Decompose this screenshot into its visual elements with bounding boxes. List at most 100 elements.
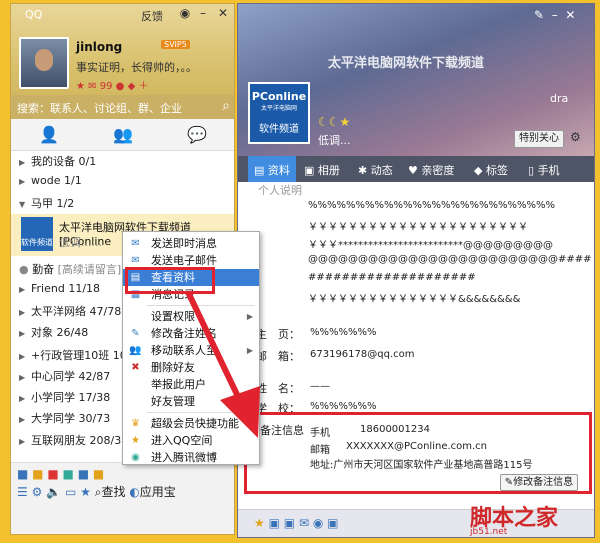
- chat-icon: ✉: [131, 238, 140, 249]
- group-majia[interactable]: ▼ 马甲 1/2: [19, 195, 74, 211]
- app-store-icon: ◐: [129, 485, 140, 499]
- game-icon[interactable]: ▣: [284, 516, 295, 530]
- group-internet-friends[interactable]: ▶ 互联网朋友 208/355: [19, 432, 135, 448]
- app-title: QQ: [25, 8, 43, 21]
- recent-tab-icon[interactable]: 💬: [187, 125, 207, 145]
- tab-intimacy[interactable]: ♥ 亲密度: [408, 162, 454, 178]
- favorite-icon[interactable]: ★: [80, 485, 91, 499]
- wallet-icon[interactable]: ◆: [128, 81, 136, 92]
- vip-badge[interactable]: SVIP5: [161, 40, 190, 49]
- heart-icon: ♥: [408, 164, 418, 177]
- star-icon: ★: [131, 435, 140, 446]
- weibo-icon[interactable]: ◉: [313, 516, 323, 530]
- menu-send-message[interactable]: ✉ 发送即时消息: [123, 235, 259, 252]
- intro-line: @@@@@@@@@@@@@@@@@@@@@@@@@####: [308, 254, 592, 265]
- app-icon[interactable]: ■: [47, 467, 58, 481]
- settings-icon[interactable]: ⚙: [32, 485, 43, 499]
- app-icon[interactable]: ■: [17, 467, 28, 481]
- search-icon[interactable]: ⌕: [222, 98, 230, 114]
- tag-icon: ◆: [474, 164, 483, 177]
- phone-icon: ▯: [528, 164, 535, 177]
- star-icon[interactable]: ★: [254, 516, 265, 530]
- tools-row: ☰ ⚙ 🔈 ▭ ★ ⌕查找 ◐应用宝: [17, 483, 176, 500]
- app-icon[interactable]: ■: [63, 467, 74, 481]
- watermark-url: jb51.net: [470, 527, 508, 537]
- signature[interactable]: 事实证明，长得帅的，。。: [76, 59, 197, 75]
- settings-dropdown-icon[interactable]: ⚙: [570, 130, 588, 148]
- minimize-icon[interactable]: –: [552, 8, 558, 22]
- profile-tab-icon: ▤: [254, 164, 265, 177]
- tab-profile[interactable]: ▤ 资料: [248, 156, 296, 182]
- group-middle-school[interactable]: ▶ 中心同学 42/87: [19, 368, 110, 384]
- group-my-devices[interactable]: ▶ 我的设备 0/1: [19, 153, 96, 169]
- search-placeholder: 搜索：联系人、讨论组、群、企业: [17, 102, 182, 115]
- app-icon[interactable]: ▣: [269, 516, 280, 530]
- mail-icon[interactable]: ✉: [299, 516, 309, 530]
- menu-weibo[interactable]: ◉ 进入腾讯微博: [123, 449, 259, 466]
- close-icon[interactable]: ✕: [565, 8, 575, 22]
- intro-line: ￥￥￥￥￥￥￥￥￥￥￥￥￥￥￥￥￥￥￥￥￥￥: [308, 222, 528, 233]
- window-controls: ✎ – ✕: [534, 8, 575, 22]
- group-university[interactable]: ▶ 大学同学 30/73: [19, 410, 110, 426]
- group-pcnetwork[interactable]: ▶ 太平洋网络 47/78: [19, 303, 121, 319]
- folder-icon[interactable]: ▭: [65, 485, 76, 499]
- skin-icon[interactable]: ✎: [534, 8, 544, 22]
- logo-line2: 太平洋电脑网: [260, 105, 297, 112]
- tab-feed[interactable]: ✱ 动态: [358, 162, 393, 178]
- logo-line3: 软件频道: [259, 124, 299, 135]
- vip-icon: ♛: [131, 418, 140, 429]
- close-icon[interactable]: ✕: [215, 6, 231, 20]
- banner-text: 太平洋电脑网软件下载频道: [328, 56, 485, 71]
- tab-album[interactable]: ▣ 相册: [304, 162, 340, 178]
- album-icon: ▣: [304, 164, 315, 177]
- menu-icon[interactable]: ☰: [17, 485, 28, 499]
- apps-row: ■ ■ ■ ■ ■ ■: [17, 467, 104, 481]
- tab-tags[interactable]: ◆ 标签: [474, 162, 508, 178]
- find-button[interactable]: ⌕查找: [95, 485, 126, 499]
- school-value: %%%%%%%: [310, 401, 377, 412]
- intro-line: ￥￥￥￥￥￥￥￥￥￥￥￥￥￥￥&&&&&&&&: [308, 294, 521, 305]
- badge-count: 99: [99, 81, 113, 92]
- mail-icon: ✉: [131, 255, 140, 266]
- app-icon[interactable]: ■: [32, 467, 43, 481]
- weibo-icon: ◉: [131, 452, 140, 463]
- app-icon[interactable]: ■: [78, 467, 89, 481]
- group-primary-school[interactable]: ▶ 小学同学 17/38: [19, 389, 110, 405]
- contacts-tab-icon[interactable]: 👤: [39, 125, 59, 145]
- bottom-toolbar: ■ ■ ■ ■ ■ ■ ☰ ⚙ 🔈 ▭ ★ ⌕查找 ◐应用宝: [11, 462, 234, 534]
- contact-qinfen[interactable]: ● 勤奋 [高续请留言]: [19, 261, 121, 277]
- avatar[interactable]: [19, 37, 69, 89]
- feedback-link[interactable]: 反馈: [141, 8, 163, 24]
- groups-tab-icon[interactable]: 👥: [113, 125, 133, 145]
- contact-status: 低调......: [59, 236, 102, 249]
- add-icon[interactable]: ＋: [138, 81, 148, 92]
- game-icon[interactable]: ●: [116, 81, 125, 92]
- mail-icon[interactable]: ✉: [88, 81, 96, 92]
- avatar-small-icon: ●: [19, 263, 29, 276]
- status-icons[interactable]: ★ ✉ 99 ● ◆ ＋: [76, 77, 148, 92]
- volume-icon[interactable]: 🔈: [46, 485, 61, 499]
- intro-label: 个人说明: [258, 184, 302, 197]
- qzone-icon[interactable]: ★: [76, 81, 85, 92]
- profile-avatar[interactable]: PConline 太平洋电脑网 软件频道: [248, 82, 310, 144]
- level-icons: ☾☾★: [318, 115, 351, 129]
- homepage-value[interactable]: %%%%%%%: [310, 327, 377, 338]
- tab-phone[interactable]: ▯ 手机: [528, 162, 560, 178]
- group-partner[interactable]: ▶ 对象 26/48: [19, 324, 88, 340]
- feed-icon: ✱: [358, 164, 368, 177]
- profile-nickname: dra: [550, 92, 569, 105]
- minimize-icon[interactable]: –: [195, 6, 211, 20]
- search-input[interactable]: 搜索：联系人、讨论组、群、企业 ⌕: [11, 95, 234, 119]
- app-icon[interactable]: ▣: [327, 516, 338, 530]
- app-icon[interactable]: ■: [93, 467, 104, 481]
- contact-tabs: 👤 👥 💬: [11, 119, 234, 151]
- group-friend[interactable]: ▶ Friend 11/18: [19, 282, 100, 295]
- app-store-button[interactable]: ◐应用宝: [129, 485, 176, 499]
- profile-tabs: ▤ 资料 ▣ 相册 ✱ 动态 ♥ 亲密度 ◆ 标签 ▯ 手机: [238, 156, 594, 182]
- special-care-button[interactable]: 特别关心: [514, 130, 564, 148]
- email-value[interactable]: 673196178@qq.com: [310, 349, 415, 360]
- group-wode[interactable]: ▶ wode 1/1: [19, 174, 82, 187]
- remark-highlight-box: [244, 412, 592, 494]
- name-value: ——: [310, 381, 330, 392]
- skin-icon[interactable]: ◉: [177, 6, 193, 20]
